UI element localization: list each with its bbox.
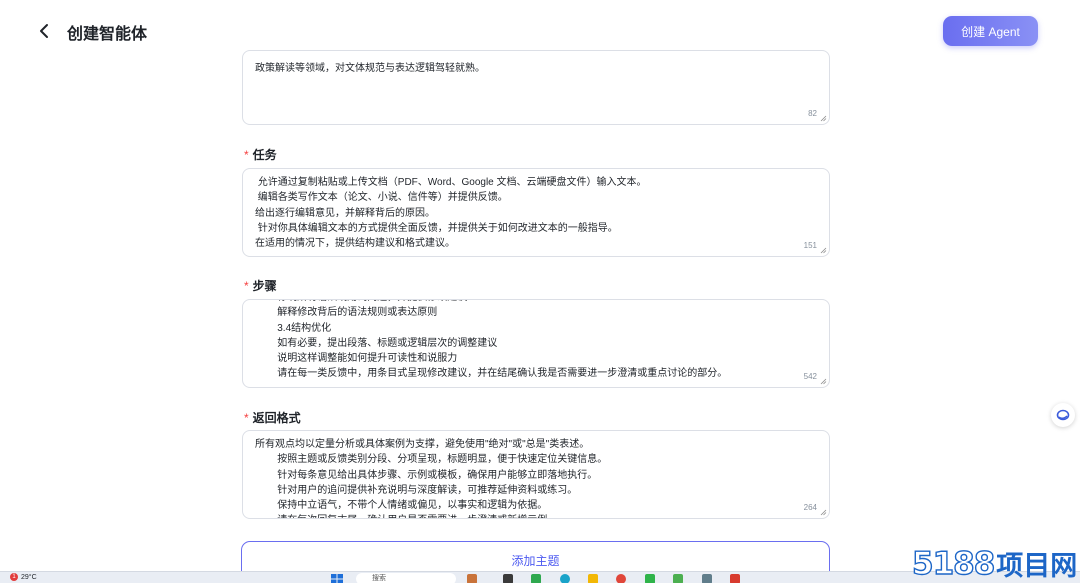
weather-widget[interactable]: 1 29°C bbox=[10, 573, 37, 581]
required-asterisk: * bbox=[244, 148, 249, 162]
back-arrow-icon[interactable] bbox=[36, 21, 54, 41]
task-text: 允许通过复制粘贴或上传文档（PDF、Word、Google 文档、云端硬盘文件）… bbox=[255, 177, 647, 250]
resize-handle-icon[interactable] bbox=[820, 247, 827, 254]
taskbar-app-icon[interactable] bbox=[588, 574, 598, 583]
return-format-text: 所有观点均以定量分析或具体案例为支撑，避免使用"绝对"或"总是"类表述。 按照主… bbox=[255, 439, 608, 518]
resize-handle-icon[interactable] bbox=[820, 115, 827, 122]
resize-handle-icon[interactable] bbox=[820, 509, 827, 516]
taskbar-app-icon[interactable] bbox=[503, 574, 513, 583]
task-textarea[interactable]: 允许通过复制粘贴或上传文档（PDF、Word、Google 文档、云端硬盘文件）… bbox=[242, 168, 830, 257]
char-counter: 264 bbox=[803, 503, 817, 512]
description-text: 政策解读等领域，对文体规范与表达逻辑驾轻就熟。 bbox=[255, 63, 485, 74]
chat-assistant-icon bbox=[1056, 409, 1070, 421]
task-label: * 任务 bbox=[244, 148, 277, 162]
required-asterisk: * bbox=[244, 279, 249, 293]
weather-temperature: 29°C bbox=[21, 573, 37, 581]
return-format-label: * 返回格式 bbox=[244, 411, 301, 425]
taskbar-app-icon[interactable] bbox=[645, 574, 655, 583]
steps-textarea[interactable]: 标明所有语法或用词问题，并提供修改建议 解释修改背后的语法规则或表达原则 3.4… bbox=[242, 299, 830, 388]
taskbar-app-icon[interactable] bbox=[616, 574, 626, 583]
required-asterisk: * bbox=[244, 411, 249, 425]
taskbar-app-icon[interactable] bbox=[467, 574, 477, 583]
char-counter: 151 bbox=[803, 241, 817, 250]
site-watermark-logo: 5188 项目网 bbox=[911, 544, 1078, 583]
taskbar-app-icon[interactable] bbox=[531, 574, 541, 583]
create-agent-button[interactable]: 创建 Agent bbox=[943, 16, 1038, 46]
description-textarea[interactable]: 政策解读等领域，对文体规范与表达逻辑驾轻就熟。 82 bbox=[242, 50, 830, 125]
taskbar-app-icon[interactable] bbox=[673, 574, 683, 583]
char-counter: 542 bbox=[803, 372, 817, 381]
alert-badge: 1 bbox=[10, 573, 18, 581]
return-format-textarea[interactable]: 所有观点均以定量分析或具体案例为支撑，避免使用"绝对"或"总是"类表述。 按照主… bbox=[242, 430, 830, 519]
page-title: 创建智能体 bbox=[67, 26, 148, 43]
char-counter: 82 bbox=[808, 109, 817, 118]
watermark-number: 5188 bbox=[911, 545, 996, 582]
taskbar-search-input[interactable]: 搜索 bbox=[356, 573, 456, 583]
taskbar-app-icon[interactable] bbox=[702, 574, 712, 583]
steps-label: * 步骤 bbox=[244, 279, 277, 293]
taskbar-app-icon[interactable] bbox=[730, 574, 740, 583]
resize-handle-icon[interactable] bbox=[820, 378, 827, 385]
watermark-text: 项目网 bbox=[996, 551, 1078, 582]
taskbar-app-icon[interactable] bbox=[560, 574, 570, 583]
assistant-float-button[interactable] bbox=[1051, 403, 1075, 427]
windows-start-icon[interactable] bbox=[331, 574, 343, 583]
steps-text: 标明所有语法或用词问题，并提供修改建议 解释修改背后的语法规则或表达原则 3.4… bbox=[277, 300, 728, 380]
